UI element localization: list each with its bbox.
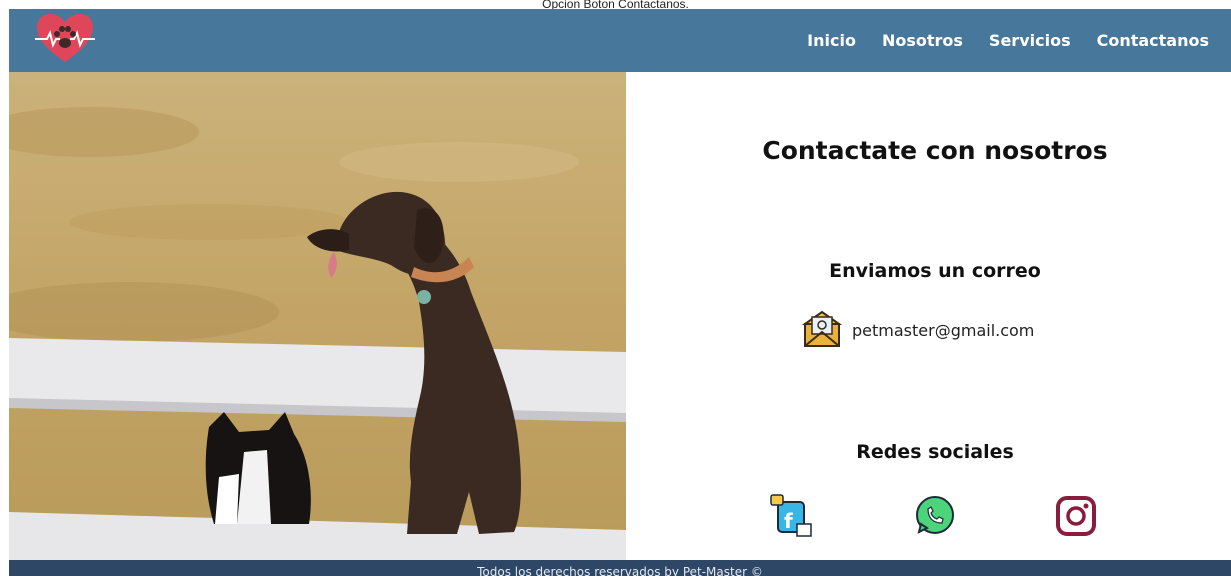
- nav-item-contactanos[interactable]: Contactanos: [1097, 31, 1209, 50]
- hero-image-dogs: [9, 72, 626, 560]
- footer-copyright: Todos los derechos reservados by Pet-Mas…: [477, 565, 763, 576]
- footer: Todos los derechos reservados by Pet-Mas…: [9, 560, 1231, 576]
- nav-item-servicios[interactable]: Servicios: [989, 31, 1071, 50]
- nav-item-nosotros[interactable]: Nosotros: [882, 31, 963, 50]
- page-caption: Opcion Boton Contactanos.: [542, 0, 689, 9]
- svg-text:f: f: [784, 509, 793, 533]
- email-heading: Enviamos un correo: [829, 260, 1041, 282]
- contact-section: Contactate con nosotros Enviamos un corr…: [626, 72, 1231, 560]
- instagram-icon[interactable]: [1054, 494, 1098, 538]
- email-address[interactable]: petmaster@gmail.com: [852, 321, 1034, 340]
- contact-title: Contactate con nosotros: [762, 136, 1108, 165]
- whatsapp-icon[interactable]: [913, 494, 957, 538]
- heart-paw-icon[interactable]: [35, 12, 95, 66]
- social-heading: Redes sociales: [856, 441, 1014, 463]
- facebook-icon[interactable]: f: [770, 494, 814, 538]
- envelope-icon: [802, 310, 842, 347]
- navbar: Inicio Nosotros Servicios Contactanos: [9, 9, 1231, 72]
- email-row: petmaster@gmail.com: [802, 310, 1034, 350]
- nav-menu: Inicio Nosotros Servicios Contactanos: [807, 9, 1231, 72]
- nav-item-inicio[interactable]: Inicio: [807, 31, 856, 50]
